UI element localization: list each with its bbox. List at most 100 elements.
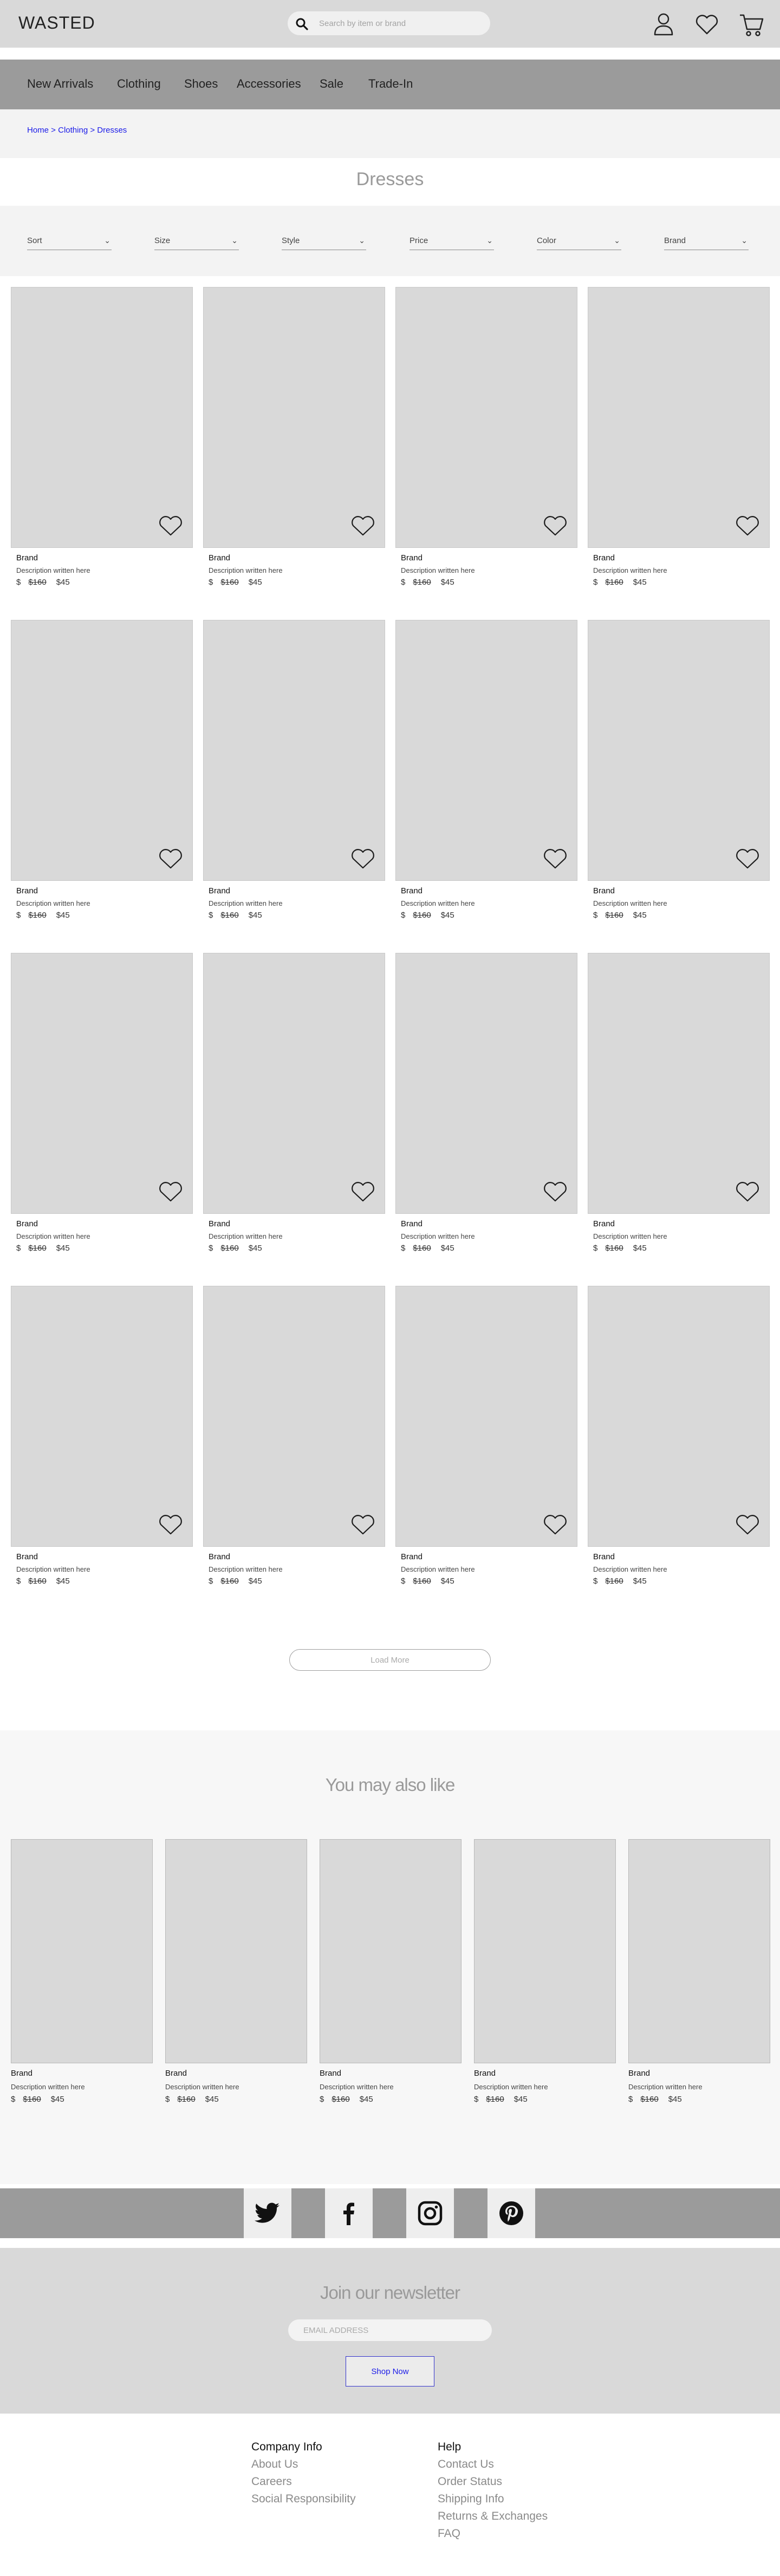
heart-icon[interactable]	[158, 847, 183, 870]
newsletter-email-input[interactable]	[288, 2319, 492, 2341]
footer-link-about[interactable]: About Us	[251, 2456, 356, 2473]
footer-link-shipping[interactable]: Shipping Info	[438, 2490, 548, 2508]
filter-color[interactable]: Color ⌄	[537, 236, 621, 250]
product-image[interactable]	[11, 953, 193, 1214]
heart-icon[interactable]	[350, 1180, 375, 1203]
product-price: $ $160 $45	[209, 911, 262, 920]
product-image[interactable]	[588, 953, 770, 1214]
heart-icon[interactable]	[543, 1180, 568, 1203]
nav-item-trade-in[interactable]: Trade-In	[368, 77, 413, 91]
filter-price[interactable]: Price ⌄	[410, 236, 494, 250]
heart-icon[interactable]	[735, 514, 760, 537]
footer-link-careers[interactable]: Careers	[251, 2473, 356, 2490]
product-image[interactable]	[588, 1286, 770, 1547]
load-more-button[interactable]: Load More	[289, 1649, 491, 1671]
facebook-link[interactable]	[325, 2188, 373, 2238]
product-image[interactable]	[203, 1286, 385, 1547]
product-price: $ $160 $45	[11, 2095, 64, 2104]
nav-item-sale[interactable]: Sale	[320, 77, 343, 91]
footer-link-faq[interactable]: FAQ	[438, 2525, 548, 2542]
heart-icon[interactable]	[543, 847, 568, 870]
site-logo[interactable]: WASTED	[18, 13, 95, 33]
footer-link-contact[interactable]: Contact Us	[438, 2456, 548, 2473]
newsletter-title: Join our newsletter	[320, 2283, 460, 2303]
product-image[interactable]	[395, 620, 577, 881]
breadcrumb-clothing[interactable]: Clothing	[58, 126, 88, 135]
nav-item-shoes[interactable]: Shoes	[184, 77, 218, 91]
price-original: $160	[605, 1577, 623, 1586]
price-original: $160	[332, 2095, 350, 2104]
product-image[interactable]	[474, 1839, 616, 2063]
product-brand: Brand	[401, 1219, 423, 1228]
product-image[interactable]	[320, 1839, 461, 2063]
product-image[interactable]	[395, 287, 577, 548]
price-currency: $	[401, 1577, 406, 1586]
heart-icon[interactable]	[735, 1513, 760, 1536]
heart-icon[interactable]	[158, 1180, 183, 1203]
instagram-link[interactable]	[406, 2188, 454, 2238]
search-bar[interactable]	[288, 11, 490, 35]
product-brand: Brand	[401, 1552, 423, 1561]
product-image[interactable]	[165, 1839, 307, 2063]
twitter-link[interactable]	[244, 2188, 291, 2238]
product-description: Description written here	[628, 2083, 703, 2091]
heart-icon[interactable]	[158, 514, 183, 537]
filter-brand[interactable]: Brand ⌄	[664, 236, 749, 250]
price-currency: $	[593, 578, 598, 587]
search-input[interactable]	[319, 17, 482, 30]
nav-item-new-arrivals[interactable]: New Arrivals	[27, 77, 93, 91]
heart-icon[interactable]	[735, 847, 760, 870]
heart-icon[interactable]	[693, 11, 720, 38]
chevron-down-icon: ⌄	[104, 236, 110, 245]
breadcrumb: Home > Clothing > Dresses	[27, 126, 127, 135]
product-brand: Brand	[474, 2069, 496, 2078]
product-brand: Brand	[209, 1219, 231, 1228]
footer-link-returns[interactable]: Returns & Exchanges	[438, 2508, 548, 2525]
product-image[interactable]	[11, 287, 193, 548]
price-sale: $45	[50, 2095, 64, 2104]
breadcrumb-home[interactable]: Home	[27, 126, 49, 135]
pinterest-link[interactable]	[487, 2188, 535, 2238]
product-image[interactable]	[203, 620, 385, 881]
product-image[interactable]	[588, 620, 770, 881]
product-image[interactable]	[11, 1286, 193, 1547]
heart-icon[interactable]	[350, 847, 375, 870]
breadcrumb-current[interactable]: Dresses	[97, 126, 127, 135]
product-image[interactable]	[395, 1286, 577, 1547]
facebook-icon	[343, 2202, 354, 2225]
heart-icon[interactable]	[158, 1513, 183, 1536]
user-icon[interactable]	[650, 11, 677, 38]
price-sale: $45	[633, 578, 647, 587]
heart-icon[interactable]	[350, 1513, 375, 1536]
price-original: $160	[486, 2095, 504, 2104]
chevron-down-icon: ⌄	[741, 236, 748, 245]
price-original: $160	[28, 1244, 47, 1253]
product-description: Description written here	[209, 1232, 283, 1240]
nav-item-clothing[interactable]: Clothing	[117, 77, 161, 91]
nav-item-accessories[interactable]: Accessories	[237, 77, 301, 91]
footer-link-social-responsibility[interactable]: Social Responsibility	[251, 2490, 356, 2508]
search-icon[interactable]	[295, 17, 308, 30]
heart-icon[interactable]	[543, 514, 568, 537]
product-image[interactable]	[588, 287, 770, 548]
product-image[interactable]	[628, 1839, 770, 2063]
product-image[interactable]	[11, 620, 193, 881]
filter-size[interactable]: Size ⌄	[154, 236, 239, 250]
footer-link-order-status[interactable]: Order Status	[438, 2473, 548, 2490]
product-image[interactable]	[11, 1839, 153, 2063]
product-image[interactable]	[203, 953, 385, 1214]
product-description: Description written here	[401, 899, 475, 907]
price-original: $160	[640, 2095, 659, 2104]
heart-icon[interactable]	[350, 514, 375, 537]
filter-style[interactable]: Style ⌄	[282, 236, 366, 250]
price-currency: $	[474, 2095, 479, 2104]
filter-sort[interactable]: Sort ⌄	[27, 236, 112, 250]
product-image[interactable]	[203, 287, 385, 548]
heart-icon[interactable]	[543, 1513, 568, 1536]
chevron-down-icon: ⌄	[359, 236, 365, 245]
product-description: Description written here	[593, 1565, 667, 1573]
product-image[interactable]	[395, 953, 577, 1214]
cart-icon[interactable]	[738, 11, 765, 38]
heart-icon[interactable]	[735, 1180, 760, 1203]
newsletter-submit-button[interactable]: Shop Now	[346, 2356, 434, 2387]
